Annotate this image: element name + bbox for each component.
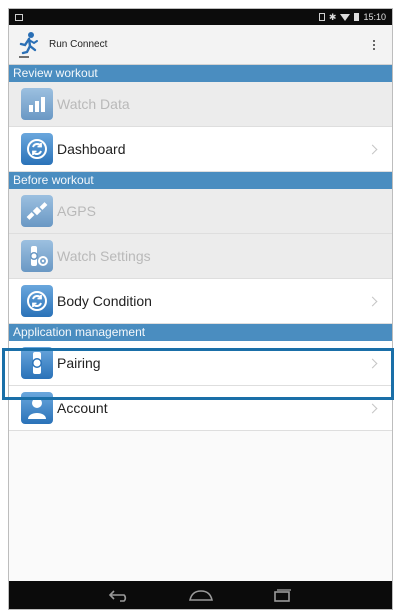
list-item-dashboard[interactable]: Dashboard [9, 127, 392, 172]
list-item-pairing[interactable]: Pairing [9, 341, 392, 386]
list-item-account[interactable]: Account [9, 386, 392, 431]
list-item-body-condition[interactable]: Body Condition [9, 279, 392, 324]
sim-icon [318, 13, 325, 21]
item-label: Pairing [57, 355, 101, 371]
item-label: Account [57, 400, 108, 416]
chevron-right-icon [367, 296, 378, 306]
status-time: 15:10 [363, 12, 386, 22]
chevron-right-icon [367, 403, 378, 413]
overflow-menu-icon[interactable] [364, 33, 384, 57]
navigation-bar [9, 581, 392, 609]
image-icon [15, 13, 23, 21]
status-bar: ✱ 15:10 [9, 9, 392, 25]
recents-icon[interactable] [267, 585, 297, 605]
section-header-application-management: Application management [9, 324, 392, 341]
item-label: Dashboard [57, 141, 126, 157]
app-title: Run Connect [49, 39, 108, 50]
item-label: AGPS [57, 203, 96, 219]
watch-gear-icon [21, 240, 53, 272]
item-label: Watch Settings [57, 248, 151, 264]
item-label: Body Condition [57, 293, 152, 309]
list-item-watch-settings: Watch Settings [9, 234, 392, 279]
section-header-before-workout: Before workout [9, 172, 392, 189]
wifi-icon [340, 13, 351, 21]
action-bar: Run Connect [9, 25, 392, 65]
refresh-icon [21, 285, 53, 317]
phone-screen: ✱ 15:10 Run Connect Review workout Watch… [8, 8, 393, 610]
chevron-right-icon [367, 358, 378, 368]
back-icon[interactable] [105, 585, 135, 605]
satellite-icon [21, 195, 53, 227]
section-header-review-workout: Review workout [9, 65, 392, 82]
person-icon [21, 392, 53, 424]
watch-icon [21, 347, 53, 379]
battery-icon [354, 13, 360, 21]
list-item-agps: AGPS [9, 189, 392, 234]
home-icon[interactable] [186, 585, 216, 605]
chevron-right-icon [367, 144, 378, 154]
bar-chart-icon [21, 88, 53, 120]
runner-logo-icon [17, 31, 41, 59]
item-label: Watch Data [57, 96, 130, 112]
refresh-icon [21, 133, 53, 165]
bluetooth-icon: ✱ [328, 11, 337, 22]
list-item-watch-data: Watch Data [9, 82, 392, 127]
